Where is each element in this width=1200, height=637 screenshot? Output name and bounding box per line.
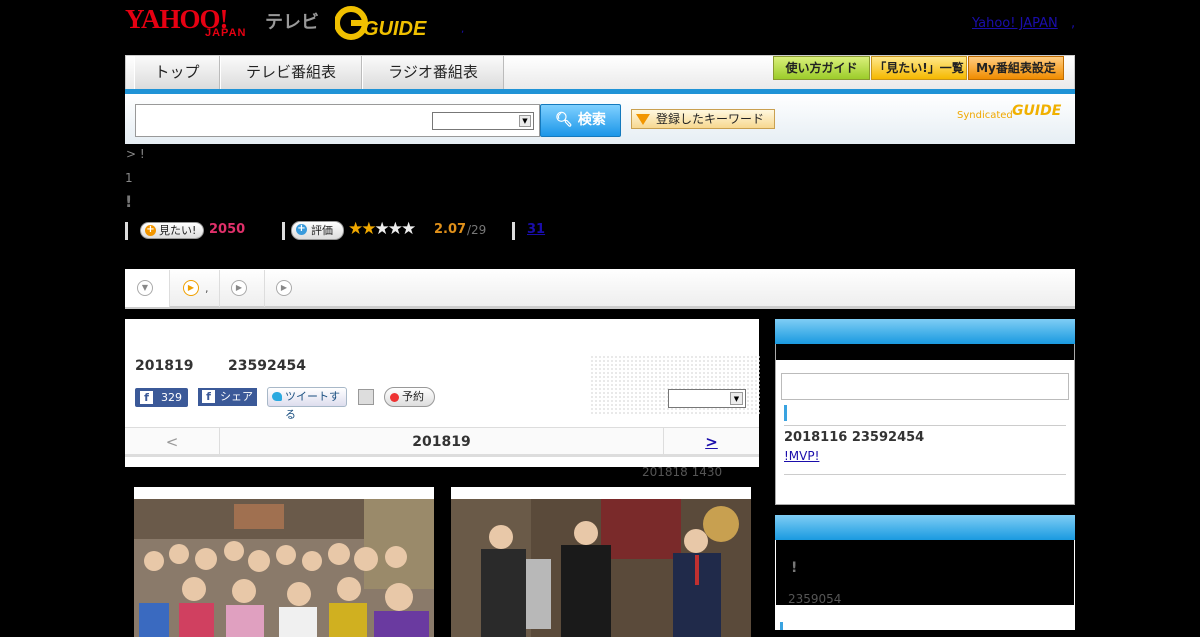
reserve-label: 予約	[402, 390, 424, 403]
tv-logo-text: テレビ	[265, 12, 319, 33]
rating-total: /29	[467, 223, 487, 237]
tab-reviews[interactable]: ▶	[265, 270, 310, 307]
section-marker	[784, 405, 787, 421]
syndicated-text: Syndicated	[957, 110, 1013, 121]
sidebar-box-number: 2359054	[788, 592, 842, 606]
star-icon-filled: ★	[361, 219, 376, 239]
news-date: 2018116 23592454	[784, 430, 925, 445]
guide-button[interactable]: 使い方ガイド	[773, 56, 870, 80]
yahoo-japan-link[interactable]: Yahoo! JAPAN	[972, 16, 1058, 31]
search-icon: 🔍︎	[555, 112, 573, 128]
sidebar-box-subheader	[776, 344, 1074, 360]
yahoo-japan-logo-text: JAPAN	[205, 27, 247, 39]
nav-tab-top[interactable]: トップ	[134, 56, 220, 89]
divider	[784, 474, 1066, 475]
bookmark-icon[interactable]	[358, 389, 374, 405]
news-link-text: !MVP!	[784, 449, 820, 463]
tab-cast[interactable]: ▶	[220, 270, 265, 307]
plus-icon: +	[296, 223, 307, 235]
registered-keywords-button[interactable]: 登録したキーワード	[631, 109, 775, 129]
rate-label: 評価	[311, 224, 333, 237]
divider	[512, 222, 515, 240]
my-schedule-settings-button[interactable]: My番組表設定	[968, 56, 1064, 80]
breadcrumb: > !	[126, 147, 145, 161]
sidebar-box-title: !	[791, 560, 798, 576]
chevron-down-icon: ▼	[730, 392, 743, 405]
gguide-logo[interactable]: GUIDE	[335, 6, 435, 40]
episode-nav-date: 201819	[412, 434, 471, 450]
air-time: 201818 1430	[642, 465, 723, 479]
search-button-label: 検索	[577, 112, 606, 128]
review-count-link[interactable]: 31	[527, 222, 545, 237]
plus-icon: +	[145, 224, 156, 236]
tab-overview[interactable]: ▼	[125, 270, 170, 307]
program-title: !	[125, 192, 133, 211]
star-icon-filled: ★	[348, 219, 363, 239]
header-small-dot: ,	[461, 24, 465, 35]
tab-episodes-label: ,	[205, 282, 209, 295]
divider	[282, 222, 285, 240]
section-marker	[780, 622, 783, 630]
play-icon: ▶	[183, 280, 199, 296]
divider	[125, 222, 128, 240]
reserve-button[interactable]: 予約	[384, 387, 435, 407]
mitai-list-button[interactable]: 「見たい!」一覧	[871, 56, 967, 80]
sidebar-text-field[interactable]	[781, 373, 1069, 400]
share-label: シェア	[220, 390, 253, 403]
hosts-photo-illustration	[451, 499, 751, 637]
episode-date: 201819	[135, 358, 194, 374]
news-link[interactable]: !MVP!	[784, 449, 861, 463]
rating-score: 2.07	[434, 222, 467, 237]
program-meta-line: 1	[125, 171, 133, 185]
mitai-count: 2050	[209, 222, 246, 237]
chevron-down-icon: ▼	[519, 115, 531, 127]
tab-episodes[interactable]: ▶ ,	[170, 270, 220, 307]
syndicated-gguide-logo: GUIDE	[1012, 103, 1062, 119]
rate-button[interactable]: + 評価	[291, 221, 344, 240]
facebook-like-count: 329	[161, 391, 182, 404]
sidebar-box-header	[775, 319, 1075, 344]
episode-select[interactable]: ▼	[668, 389, 746, 408]
registered-keywords-label: 登録したキーワード	[656, 112, 765, 126]
cast-photo-illustration	[134, 499, 434, 637]
star-icon-empty: ★	[387, 219, 403, 239]
mitai-button[interactable]: + 見たい!	[140, 222, 204, 239]
chevron-down-icon: ▼	[137, 280, 153, 296]
nav-tab-tv-schedule[interactable]: テレビ番組表	[220, 56, 362, 89]
record-dot-icon	[390, 393, 399, 402]
star-icon-empty: ★	[401, 219, 416, 239]
facebook-icon: f	[202, 390, 215, 403]
divider	[784, 425, 1066, 426]
facebook-like-button[interactable]: f 329	[135, 388, 188, 407]
play-icon: ▶	[276, 280, 292, 296]
facebook-share-button[interactable]: f シェア	[198, 388, 257, 406]
search-button[interactable]: 🔍︎ 検索	[540, 104, 621, 137]
star-icon-empty: ★	[374, 219, 390, 239]
twitter-bird-icon	[272, 392, 282, 401]
gguide-logo-text: GUIDE	[363, 18, 427, 40]
tweet-button[interactable]: ツイートする	[267, 387, 347, 421]
next-episode-link[interactable]: >	[663, 428, 759, 456]
sidebar-box-header	[775, 515, 1075, 540]
triangle-down-icon	[636, 114, 650, 125]
episode-photo-1[interactable]	[134, 487, 434, 637]
sidebar-box-content	[775, 605, 1075, 630]
header-trailing-dot: ,	[1071, 16, 1076, 31]
rating-stars: ★★★★★	[348, 219, 416, 239]
facebook-icon: f	[140, 391, 153, 404]
mitai-label: 見たい!	[159, 224, 197, 237]
prev-episode-button[interactable]: <	[125, 428, 220, 456]
play-icon: ▶	[231, 280, 247, 296]
episode-photo-2[interactable]	[451, 487, 751, 637]
search-category-select[interactable]: ▼	[432, 112, 534, 130]
nav-tab-radio-schedule[interactable]: ラジオ番組表	[362, 56, 504, 89]
episode-number: 23592454	[228, 358, 306, 374]
